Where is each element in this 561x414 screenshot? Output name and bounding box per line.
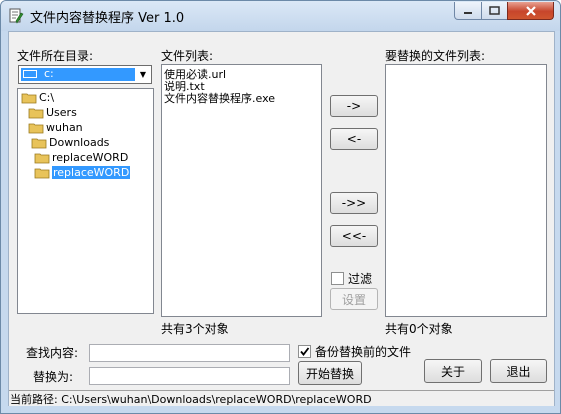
about-button[interactable]: 关于 [424, 359, 482, 383]
open-folder-icon [34, 153, 50, 164]
open-folder-icon [28, 123, 44, 134]
current-path: 当前路径: C:\Users\wuhan\Downloads\replaceWO… [10, 393, 372, 406]
close-icon [525, 5, 536, 16]
replace-input[interactable] [89, 367, 290, 385]
remove-button[interactable]: <- [330, 128, 378, 150]
file-list-label: 文件列表: [161, 49, 214, 63]
directory-label: 文件所在目录: [17, 49, 94, 63]
add-all-button[interactable]: ->> [330, 192, 378, 214]
filter-label: 过滤 [348, 272, 373, 286]
file-count: 共有3个对象 [161, 322, 229, 336]
window-title: 文件内容替换程序 Ver 1.0 [30, 11, 185, 26]
replace-list-label: 要替换的文件列表: [385, 49, 486, 63]
find-input[interactable] [89, 344, 290, 362]
client-area: 文件所在目录: c: ▼ C:\ Users wuhan Downloads r… [8, 31, 555, 406]
title-bar[interactable]: 文件内容替换程序 Ver 1.0 [1, 1, 560, 31]
close-button[interactable] [507, 2, 554, 20]
list-item[interactable]: 文件内容替换程序.exe [164, 90, 275, 106]
remove-all-button[interactable]: <<- [330, 225, 378, 247]
replace-file-list[interactable] [385, 64, 547, 317]
app-window: 文件内容替换程序 Ver 1.0 文件所在目录: c: ▼ C:\ Users … [0, 0, 561, 414]
drive-selected-value: c: [21, 67, 135, 81]
replace-label: 替换为: [33, 370, 74, 384]
backup-label: 备份替换前的文件 [315, 345, 412, 359]
add-button[interactable]: -> [330, 95, 378, 117]
replace-file-count: 共有0个对象 [385, 322, 453, 336]
backup-checkbox[interactable] [298, 345, 311, 358]
settings-button[interactable]: 设置 [330, 288, 378, 310]
find-label: 查找内容: [26, 346, 79, 360]
directory-tree[interactable]: C:\ Users wuhan Downloads replaceWORD re… [17, 88, 154, 314]
minimize-icon [464, 11, 472, 14]
open-folder-icon [28, 108, 44, 119]
file-list[interactable]: 使用必读.url 说明.txt 文件内容替换程序.exe [161, 64, 322, 317]
open-folder-icon [34, 168, 50, 179]
maximize-icon [489, 6, 500, 15]
status-bar: 当前路径: C:\Users\wuhan\Downloads\replaceWO… [9, 390, 554, 406]
chevron-down-icon[interactable]: ▼ [136, 67, 150, 82]
start-replace-button[interactable]: 开始替换 [298, 361, 362, 385]
exit-button[interactable]: 退出 [490, 359, 547, 383]
minimize-button[interactable] [454, 2, 482, 20]
maximize-button[interactable] [481, 2, 508, 20]
drive-select[interactable]: c: ▼ [18, 65, 152, 84]
filter-checkbox[interactable] [331, 272, 344, 285]
drive-icon [23, 70, 37, 78]
open-folder-icon [31, 138, 47, 149]
checkmark-icon [300, 347, 310, 356]
app-icon [9, 8, 24, 24]
open-folder-icon [21, 93, 37, 104]
